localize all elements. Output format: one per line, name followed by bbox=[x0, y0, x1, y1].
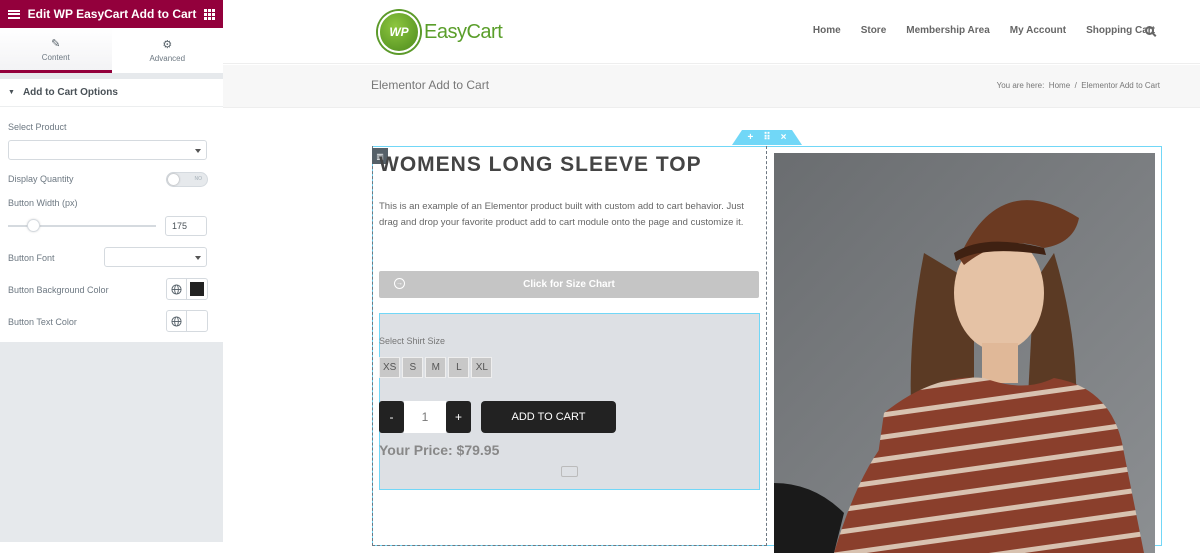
quantity-stepper: - 1 + bbox=[379, 401, 471, 433]
toggle-state: NO bbox=[194, 176, 203, 182]
gear-icon: ⚙ bbox=[162, 39, 173, 51]
nav-home[interactable]: Home bbox=[813, 25, 841, 36]
add-section-icon[interactable]: + bbox=[747, 132, 753, 143]
button-text-color-label: Button Text Color bbox=[8, 317, 77, 327]
size-option-s[interactable]: S bbox=[402, 357, 424, 378]
breadcrumb-home[interactable]: Home bbox=[1049, 81, 1070, 90]
globe-icon[interactable] bbox=[167, 311, 187, 331]
globe-icon[interactable] bbox=[167, 279, 187, 299]
size-option-l[interactable]: L bbox=[448, 357, 470, 378]
controls-section: ▼ Add to Cart Options Select Product Dis… bbox=[0, 79, 223, 342]
size-chart-button[interactable]: → Click for Size Chart bbox=[379, 271, 759, 298]
button-font-dropdown[interactable] bbox=[104, 247, 207, 267]
nav-membership[interactable]: Membership Area bbox=[906, 25, 990, 36]
qty-plus-button[interactable]: + bbox=[446, 401, 471, 433]
qty-input[interactable]: 1 bbox=[404, 401, 446, 433]
site-logo[interactable]: WP EasyCart bbox=[378, 11, 503, 53]
drag-widget-icon bbox=[561, 466, 578, 477]
product-price: Your Price: $79.95 bbox=[379, 442, 500, 458]
section-toggle[interactable]: ▼ Add to Cart Options bbox=[0, 79, 223, 107]
button-width-slider-handle[interactable] bbox=[26, 219, 40, 232]
site-preview: WP EasyCart Home Store Membership Area M… bbox=[223, 0, 1200, 553]
widgets-grid-icon[interactable] bbox=[203, 8, 215, 20]
logo-badge: WP bbox=[378, 11, 420, 53]
search-icon[interactable] bbox=[1145, 26, 1154, 35]
drag-handle-icon[interactable]: ⠿ bbox=[763, 132, 770, 143]
panel-tabs: ✎ Content ⚙ Advanced bbox=[0, 28, 223, 73]
product-image bbox=[774, 153, 1155, 553]
section-handle[interactable]: + ⠿ × bbox=[732, 130, 802, 145]
breadcrumb-current: Elementor Add to Cart bbox=[1081, 81, 1160, 90]
button-font-label: Button Font bbox=[8, 253, 55, 263]
product-title: WOMENS LONG SLEEVE TOP bbox=[379, 153, 702, 176]
size-chart-label: Click for Size Chart bbox=[523, 279, 615, 290]
product-description: This is an example of an Elementor produ… bbox=[379, 201, 744, 228]
select-product-label: Select Product bbox=[8, 122, 67, 132]
size-option-xl[interactable]: XL bbox=[471, 357, 493, 378]
page-title-bar: Elementor Add to Cart You are here: Home… bbox=[223, 65, 1200, 108]
logo-text: EasyCart bbox=[424, 20, 503, 43]
size-option-m[interactable]: M bbox=[425, 357, 447, 378]
nav-my-account[interactable]: My Account bbox=[1010, 25, 1066, 36]
tab-content-label: Content bbox=[41, 52, 70, 62]
menu-icon[interactable] bbox=[8, 9, 20, 19]
text-color-swatch[interactable] bbox=[190, 314, 204, 328]
pencil-icon: ✎ bbox=[51, 37, 61, 50]
tab-advanced[interactable]: ⚙ Advanced bbox=[112, 28, 224, 73]
qty-minus-button[interactable]: - bbox=[379, 401, 404, 433]
button-width-label: Button Width (px) bbox=[8, 198, 78, 208]
display-quantity-toggle[interactable]: NO bbox=[166, 172, 208, 187]
size-option-xs[interactable]: XS bbox=[379, 357, 401, 378]
close-icon[interactable]: × bbox=[781, 132, 787, 143]
page-title: Elementor Add to Cart bbox=[371, 78, 490, 92]
button-width-input[interactable]: 175 bbox=[165, 216, 207, 236]
nav-store[interactable]: Store bbox=[861, 25, 887, 36]
display-quantity-label: Display Quantity bbox=[8, 174, 74, 184]
size-options: XS S M L XL bbox=[379, 357, 493, 378]
button-text-color-picker[interactable] bbox=[166, 310, 208, 332]
button-bg-color-picker[interactable] bbox=[166, 278, 208, 300]
caret-down-icon: ▼ bbox=[8, 89, 15, 96]
button-bg-color-label: Button Background Color bbox=[8, 285, 109, 295]
tab-advanced-label: Advanced bbox=[149, 54, 186, 63]
breadcrumb: You are here: Home / Elementor Add to Ca… bbox=[996, 81, 1160, 90]
bg-color-swatch[interactable] bbox=[190, 282, 204, 296]
panel-title: Edit WP EasyCart Add to Cart bbox=[27, 7, 197, 21]
main-nav: Home Store Membership Area My Account Sh… bbox=[813, 25, 1155, 36]
elementor-panel: Edit WP EasyCart Add to Cart ✎ Content ⚙… bbox=[0, 0, 223, 542]
tab-content[interactable]: ✎ Content bbox=[0, 28, 112, 73]
size-label: Select Shirt Size bbox=[379, 336, 446, 346]
site-header: WP EasyCart Home Store Membership Area M… bbox=[223, 0, 1200, 64]
panel-header: Edit WP EasyCart Add to Cart bbox=[0, 0, 223, 28]
add-to-cart-button[interactable]: ADD TO CART bbox=[481, 401, 616, 433]
select-product-dropdown[interactable] bbox=[8, 140, 207, 160]
section-title: Add to Cart Options bbox=[22, 87, 118, 98]
arrow-circle-icon: → bbox=[394, 278, 405, 289]
